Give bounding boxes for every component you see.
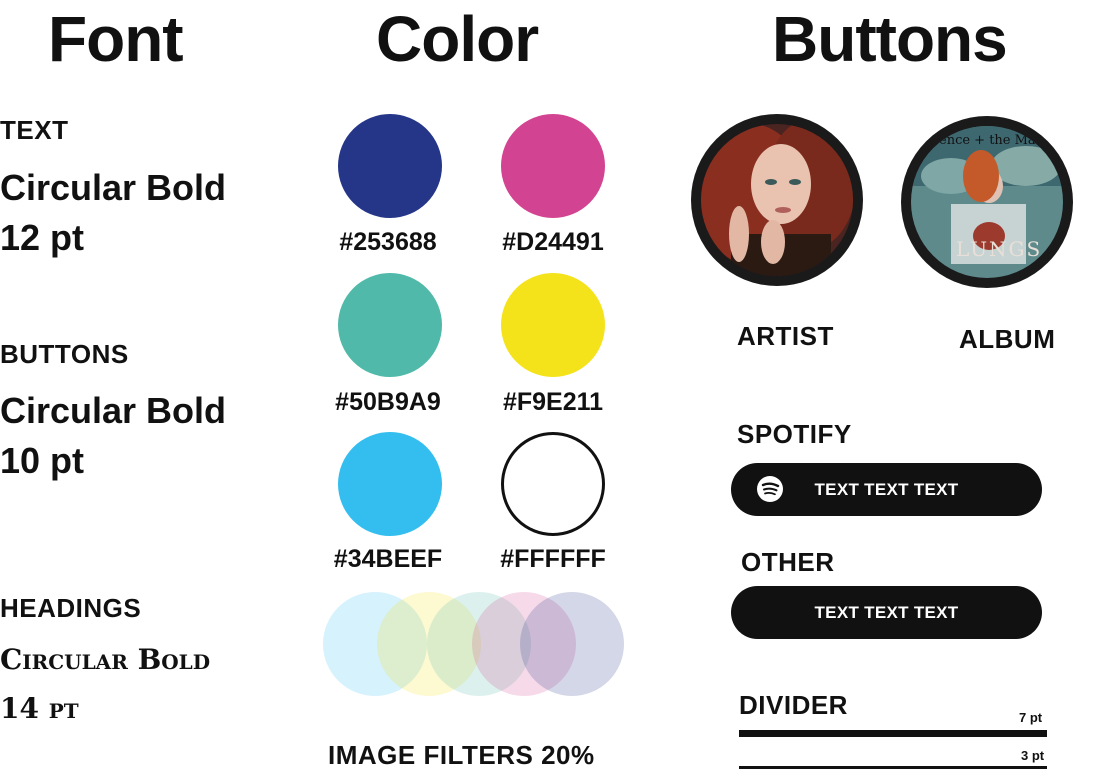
swatch-hex-6: #FFFFFF: [500, 545, 606, 573]
font-text-name: Circular Bold: [0, 167, 227, 208]
divider-label: DIVIDER: [739, 690, 848, 720]
spotify-button[interactable]: TEXT TEXT TEXT: [731, 463, 1042, 516]
artist-avatar-button[interactable]: [691, 114, 863, 286]
other-label: OTHER: [741, 547, 835, 577]
swatch-hex-2: #D24491: [502, 228, 604, 256]
divider-thin: [739, 766, 1047, 769]
font-text-label: TEXT: [0, 115, 69, 145]
swatch-hex-4: #F9E211: [502, 388, 604, 416]
filter-circle-5: [520, 592, 624, 696]
font-headings-name: Circular Bold: [0, 643, 211, 676]
font-headings-label: HEADINGS: [0, 593, 142, 623]
swatch-color-4: [501, 273, 605, 377]
swatch-color-2: [501, 114, 605, 218]
album-avatar-button[interactable]: ence + the Mac LUNGS: [901, 116, 1073, 288]
heading-color: Color: [376, 3, 539, 75]
heading-font: Font: [48, 3, 184, 75]
album-cover: ence + the Mac LUNGS: [911, 126, 1063, 278]
other-button-text: TEXT TEXT TEXT: [814, 602, 959, 622]
font-text-size: 12 pt: [0, 217, 85, 258]
image-filters-label: IMAGE FILTERS 20%: [328, 740, 595, 770]
heading-buttons: Buttons: [772, 3, 1008, 75]
divider-thick-size: 7 pt: [1019, 710, 1043, 725]
divider-thick: [739, 730, 1047, 737]
artist-label: ARTIST: [737, 321, 834, 351]
swatch-hex-5: #34BEEF: [333, 545, 443, 573]
swatch-color-5: [338, 432, 442, 536]
font-headings-size: 14 pt: [0, 692, 79, 725]
swatch-color-1: [338, 114, 442, 218]
divider-thin-size: 3 pt: [1021, 748, 1045, 763]
font-buttons-label: BUTTONS: [0, 339, 129, 369]
spotify-label: SPOTIFY: [737, 419, 852, 449]
swatch-color-3: [338, 273, 442, 377]
swatch-color-6: [501, 432, 605, 536]
swatch-hex-1: #253688: [339, 228, 437, 256]
spotify-button-text: TEXT TEXT TEXT: [814, 479, 959, 499]
font-buttons-name: Circular Bold: [0, 390, 227, 431]
album-cover-text: LUNGS: [956, 237, 1042, 261]
album-top-text: ence + the Mac: [939, 133, 1043, 148]
swatch-hex-3: #50B9A9: [335, 388, 441, 416]
font-buttons-size: 10 pt: [0, 440, 85, 481]
spotify-icon: [755, 474, 785, 504]
artist-photo: [701, 124, 853, 276]
other-button[interactable]: TEXT TEXT TEXT: [731, 586, 1042, 639]
album-label: ALBUM: [959, 324, 1056, 354]
